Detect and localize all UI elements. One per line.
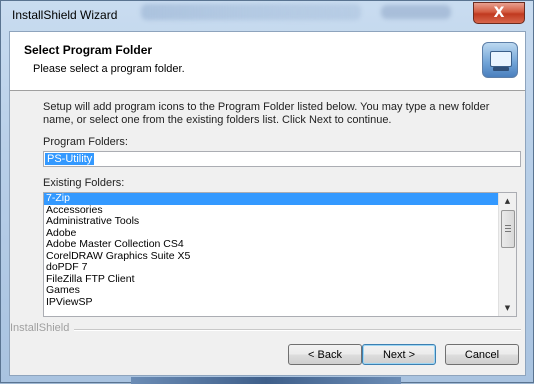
- footer-divider: [74, 329, 521, 331]
- instructions-text: Setup will add program icons to the Prog…: [43, 101, 490, 126]
- list-scrollbar[interactable]: ▲ ▼: [498, 193, 516, 316]
- program-folder-value: PS-Utility: [45, 153, 95, 165]
- installer-window: InstallShield Wizard X Select Program Fo…: [0, 0, 534, 384]
- folder-list-item[interactable]: 7-Zip: [44, 193, 500, 205]
- folder-list-item[interactable]: doPDF 7: [44, 261, 500, 274]
- folder-list-items: 7-Zip Accessories Administrative Tools Adob…: [44, 193, 500, 308]
- cancel-button[interactable]: Cancel: [445, 344, 519, 365]
- close-icon: X: [493, 5, 505, 21]
- wizard-header: Select Program Folder Please select a pr…: [10, 32, 525, 91]
- grip-line: [505, 231, 511, 232]
- folder-list-item[interactable]: Games: [44, 284, 500, 297]
- grip-line: [505, 225, 511, 226]
- program-folder-input[interactable]: [43, 151, 521, 167]
- window-title: InstallShield Wizard: [12, 8, 118, 22]
- scroll-thumb[interactable]: [501, 210, 515, 248]
- existing-folders-list[interactable]: 7-Zip Accessories Administrative Tools Adob…: [43, 192, 517, 317]
- back-button[interactable]: < Back: [288, 344, 362, 365]
- folder-list-item[interactable]: IPViewSP: [44, 296, 500, 309]
- setup-computer-icon: [482, 42, 518, 78]
- scroll-down-arrow-icon[interactable]: ▼: [499, 300, 516, 316]
- folder-list-item[interactable]: CorelDRAW Graphics Suite X5: [44, 250, 500, 263]
- folder-list-item[interactable]: Adobe Master Collection CS4: [44, 238, 500, 251]
- blurred-title-region-2: [381, 5, 451, 19]
- page-subtitle: Please select a program folder.: [33, 63, 185, 75]
- installshield-brand: InstallShield: [10, 322, 70, 334]
- existing-folders-label: Existing Folders:: [43, 177, 125, 189]
- next-button[interactable]: Next >: [362, 344, 436, 365]
- blurred-title-region: [141, 4, 361, 20]
- grip-line: [505, 228, 511, 229]
- program-folders-label: Program Folders:: [43, 136, 128, 148]
- folder-list-item[interactable]: FileZilla FTP Client: [44, 273, 500, 286]
- folder-list-item[interactable]: Administrative Tools: [44, 215, 500, 228]
- wizard-client-area: Select Program Folder Please select a pr…: [9, 31, 526, 376]
- page-title: Select Program Folder: [24, 43, 153, 57]
- scroll-up-arrow-icon[interactable]: ▲: [499, 193, 516, 209]
- close-button[interactable]: X: [473, 2, 525, 24]
- title-bar[interactable]: InstallShield Wizard X: [1, 1, 533, 29]
